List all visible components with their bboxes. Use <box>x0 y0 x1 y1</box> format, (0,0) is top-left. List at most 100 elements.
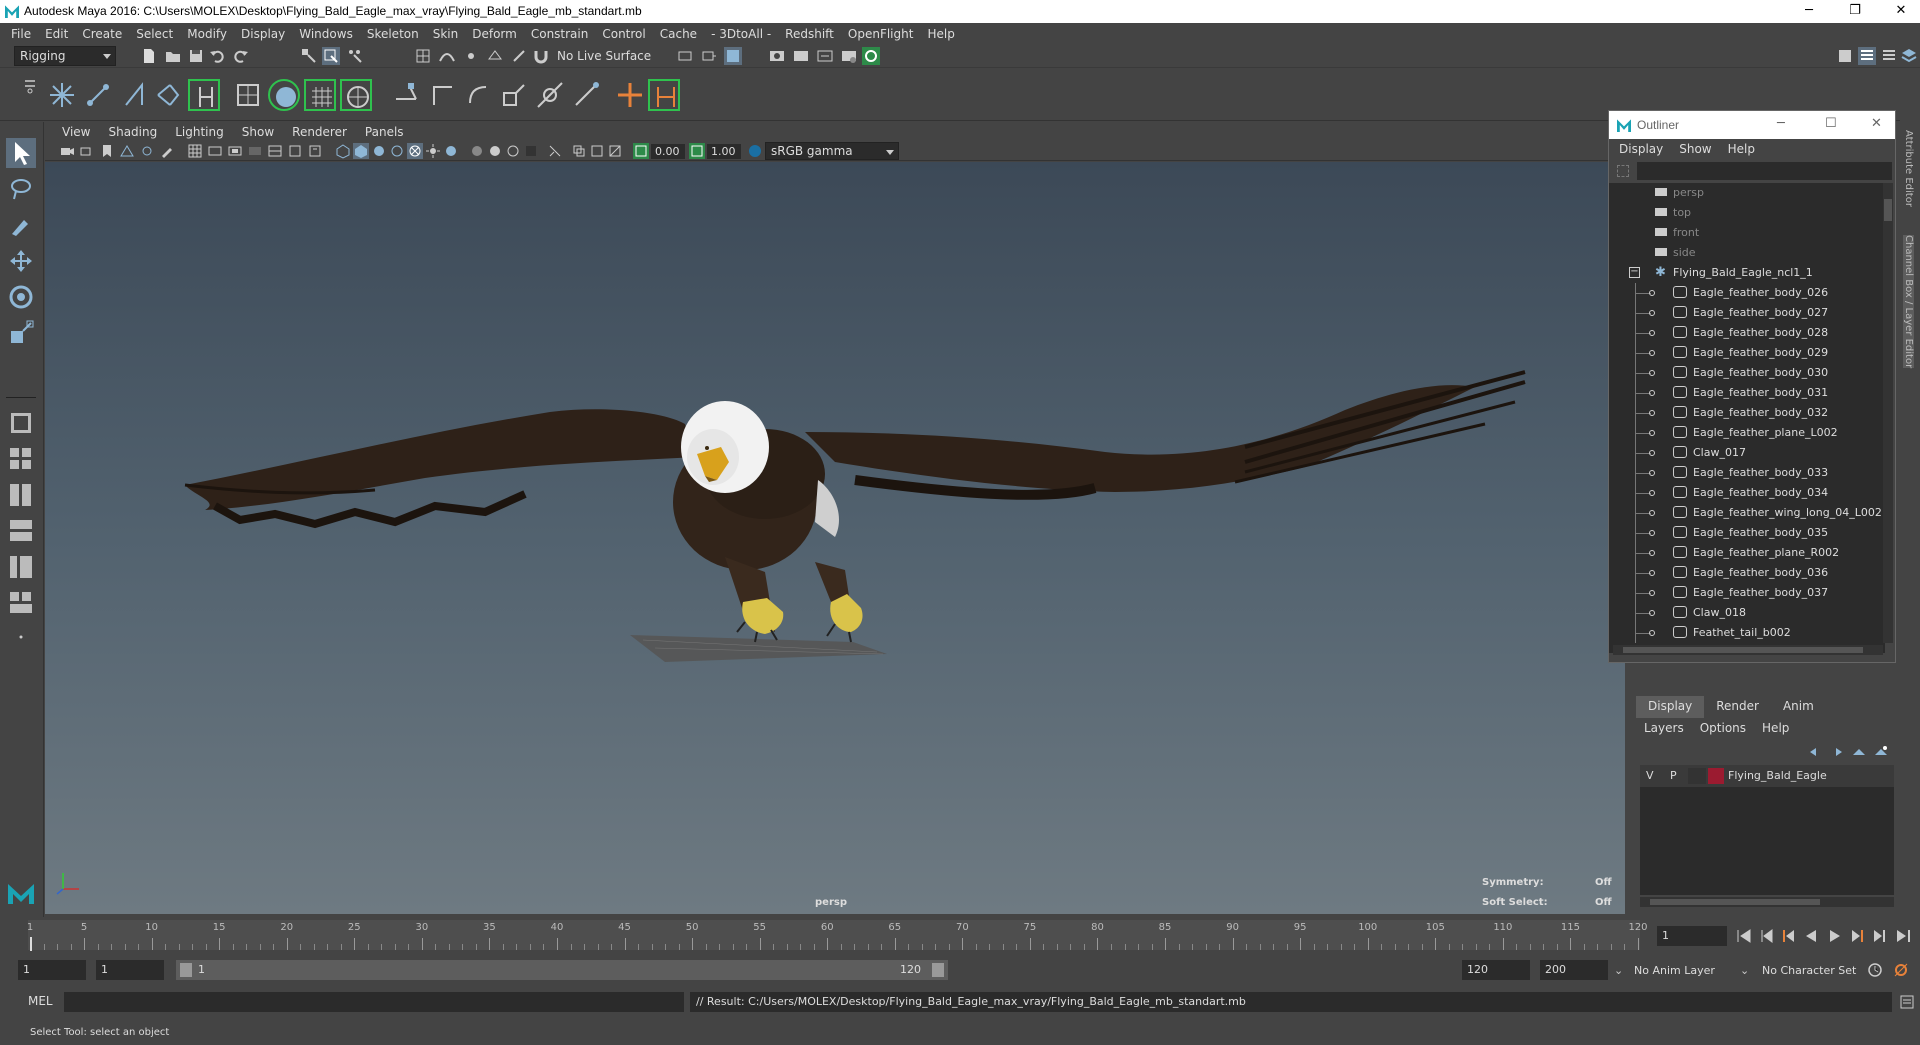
outliner-item-group[interactable]: − ✱ Flying_Bald_Eagle_ncl1_1 <box>1609 263 1879 283</box>
animation-preferences-icon[interactable] <box>1892 961 1910 979</box>
menu-select[interactable]: Select <box>129 27 180 41</box>
outliner-item-top[interactable]: top <box>1609 203 1879 223</box>
character-set-dropdown[interactable]: No Character Set <box>1762 964 1856 977</box>
expand-toggle-icon[interactable] <box>1649 350 1655 356</box>
expand-toggle-icon[interactable] <box>1649 450 1655 456</box>
wrap-deformer-icon[interactable] <box>340 79 372 111</box>
motion-blur-icon[interactable] <box>469 143 485 159</box>
gamma-toggle-icon[interactable] <box>689 143 705 159</box>
open-scene-icon[interactable] <box>164 47 182 65</box>
outliner-scrollbar[interactable] <box>1883 183 1893 643</box>
time-ruler[interactable]: 1 5 10 15 20 25 30 35 40 45 50 55 60 65 70 75 80 85 90 95 10… <box>27 920 1648 950</box>
exposure-field[interactable]: 0.00 <box>651 144 685 159</box>
layer-row[interactable]: V P Flying_Bald_Eagle <box>1640 765 1894 787</box>
outliner-item[interactable]: Eagle_feather_wing_long_04_L002 <box>1609 503 1882 523</box>
expand-toggle-icon[interactable] <box>1649 590 1655 596</box>
outliner-filter-icon[interactable] <box>1617 165 1629 177</box>
outliner-menu-display[interactable]: Display <box>1611 142 1671 156</box>
outliner-item[interactable]: Claw_017 <box>1609 443 1879 463</box>
restore-button[interactable]: ❐ <box>1832 0 1878 23</box>
outliner-item[interactable]: Feathet_tail_b002 <box>1609 623 1879 643</box>
character-set-dropdown-arrow[interactable]: ⌄ <box>1740 964 1749 977</box>
outliner-item[interactable]: Eagle_feather_body_026 <box>1609 283 1879 303</box>
make-live-icon[interactable] <box>510 47 528 65</box>
tab-attribute-editor[interactable]: Attribute Editor <box>1903 130 1914 207</box>
depth-of-field-icon[interactable] <box>505 143 521 159</box>
render-settings-icon[interactable] <box>816 47 834 65</box>
camera-select-icon[interactable] <box>59 143 75 159</box>
layer-menu-layers[interactable]: Layers <box>1636 721 1692 735</box>
play-forwards-icon[interactable] <box>1826 927 1844 945</box>
tab-anim[interactable]: Anim <box>1771 696 1826 718</box>
live-surface-label[interactable]: No Live Surface <box>557 49 651 63</box>
outliner-search-input[interactable] <box>1637 162 1892 180</box>
insert-joint-icon[interactable] <box>82 79 114 111</box>
outliner-item[interactable]: Eagle_feather_body_035 <box>1609 523 1879 543</box>
menu-skeleton[interactable]: Skeleton <box>360 27 426 41</box>
persp-graph-layout-icon[interactable] <box>6 516 36 546</box>
viewport-menu-panels[interactable]: Panels <box>356 125 413 139</box>
tab-render[interactable]: Render <box>1704 696 1771 718</box>
outliner-item[interactable]: Eagle_feather_body_033 <box>1609 463 1879 483</box>
outliner-item[interactable]: Eagle_feather_body_031 <box>1609 383 1879 403</box>
film-gate-icon[interactable] <box>207 143 223 159</box>
expand-toggle-icon[interactable] <box>1649 490 1655 496</box>
viewport-menu-view[interactable]: View <box>53 125 99 139</box>
expand-toggle-icon[interactable] <box>1649 430 1655 436</box>
minimize-button[interactable]: ─ <box>1786 0 1832 23</box>
outliner-menu-show[interactable]: Show <box>1671 142 1719 156</box>
safe-action-icon[interactable] <box>287 143 303 159</box>
menu-deform[interactable]: Deform <box>465 27 524 41</box>
menu-skin[interactable]: Skin <box>426 27 466 41</box>
four-view-layout-icon[interactable] <box>6 444 36 474</box>
expand-toggle-icon[interactable] <box>1649 530 1655 536</box>
grease-pencil-icon[interactable] <box>159 143 175 159</box>
snap-to-view-plane-icon[interactable] <box>486 47 504 65</box>
hik-icon[interactable] <box>648 79 680 111</box>
outliner-titlebar[interactable]: Outliner ─ ☐ ✕ <box>1609 111 1895 139</box>
range-end-handle[interactable] <box>932 963 944 977</box>
xray-components-icon[interactable] <box>589 143 605 159</box>
expand-toggle-icon[interactable] <box>1649 510 1655 516</box>
bookmarks-icon[interactable] <box>99 143 115 159</box>
viewport-menu-renderer[interactable]: Renderer <box>283 125 356 139</box>
layer-playback-toggle[interactable]: P <box>1670 769 1677 782</box>
anim-layer-dropdown-arrow[interactable]: ⌄ <box>1614 964 1623 977</box>
expand-toggle-icon[interactable] <box>1649 570 1655 576</box>
shadows-icon[interactable] <box>425 143 441 159</box>
cluster-icon[interactable] <box>268 79 300 111</box>
select-tool-icon[interactable] <box>6 138 36 168</box>
select-by-hierarchy-icon[interactable] <box>300 47 318 65</box>
wireframe-icon[interactable] <box>335 143 351 159</box>
anim-layer-dropdown[interactable]: No Anim Layer <box>1634 964 1715 977</box>
outliner-maximize-button[interactable]: ☐ <box>1825 116 1837 131</box>
viewport-menu-show[interactable]: Show <box>233 125 283 139</box>
modeling-toolkit-icon[interactable] <box>1836 47 1854 65</box>
scale-tool-icon[interactable] <box>6 318 36 348</box>
scene-start-field[interactable]: 1 <box>18 960 86 980</box>
toolbox-more-icon[interactable] <box>6 622 36 652</box>
outliner-item[interactable]: Eagle_feather_body_037 <box>1609 583 1879 603</box>
menu-set-dropdown[interactable]: Rigging <box>14 46 116 66</box>
persp-graph-outliner-layout-icon[interactable] <box>6 552 36 582</box>
redshift-render-view-icon[interactable] <box>862 47 880 65</box>
layer-h-scroll-thumb[interactable] <box>1650 899 1820 905</box>
save-scene-icon[interactable] <box>187 47 205 65</box>
outliner-item[interactable]: Eagle_feather_body_029 <box>1609 343 1879 363</box>
go-to-end-icon[interactable] <box>1894 927 1912 945</box>
expand-toggle-icon[interactable] <box>1649 410 1655 416</box>
2d-pan-zoom-icon[interactable] <box>139 143 155 159</box>
auto-key-icon[interactable] <box>1866 961 1884 979</box>
collapse-toggle-icon[interactable]: − <box>1629 267 1640 278</box>
ik-handle-icon[interactable] <box>118 79 150 111</box>
tab-display[interactable]: Display <box>1636 696 1705 718</box>
expand-toggle-icon[interactable] <box>1649 630 1655 636</box>
rotate-tool-icon[interactable] <box>6 282 36 312</box>
menu-openflight[interactable]: OpenFlight <box>841 27 921 41</box>
current-frame-field[interactable]: 1 <box>1657 926 1727 946</box>
playback-end-field[interactable]: 120 <box>1462 960 1530 980</box>
viewport-menu-shading[interactable]: Shading <box>99 125 166 139</box>
layer-color-swatch[interactable] <box>1708 768 1724 784</box>
hypershade-icon[interactable] <box>840 47 858 65</box>
menu-modify[interactable]: Modify <box>180 27 234 41</box>
